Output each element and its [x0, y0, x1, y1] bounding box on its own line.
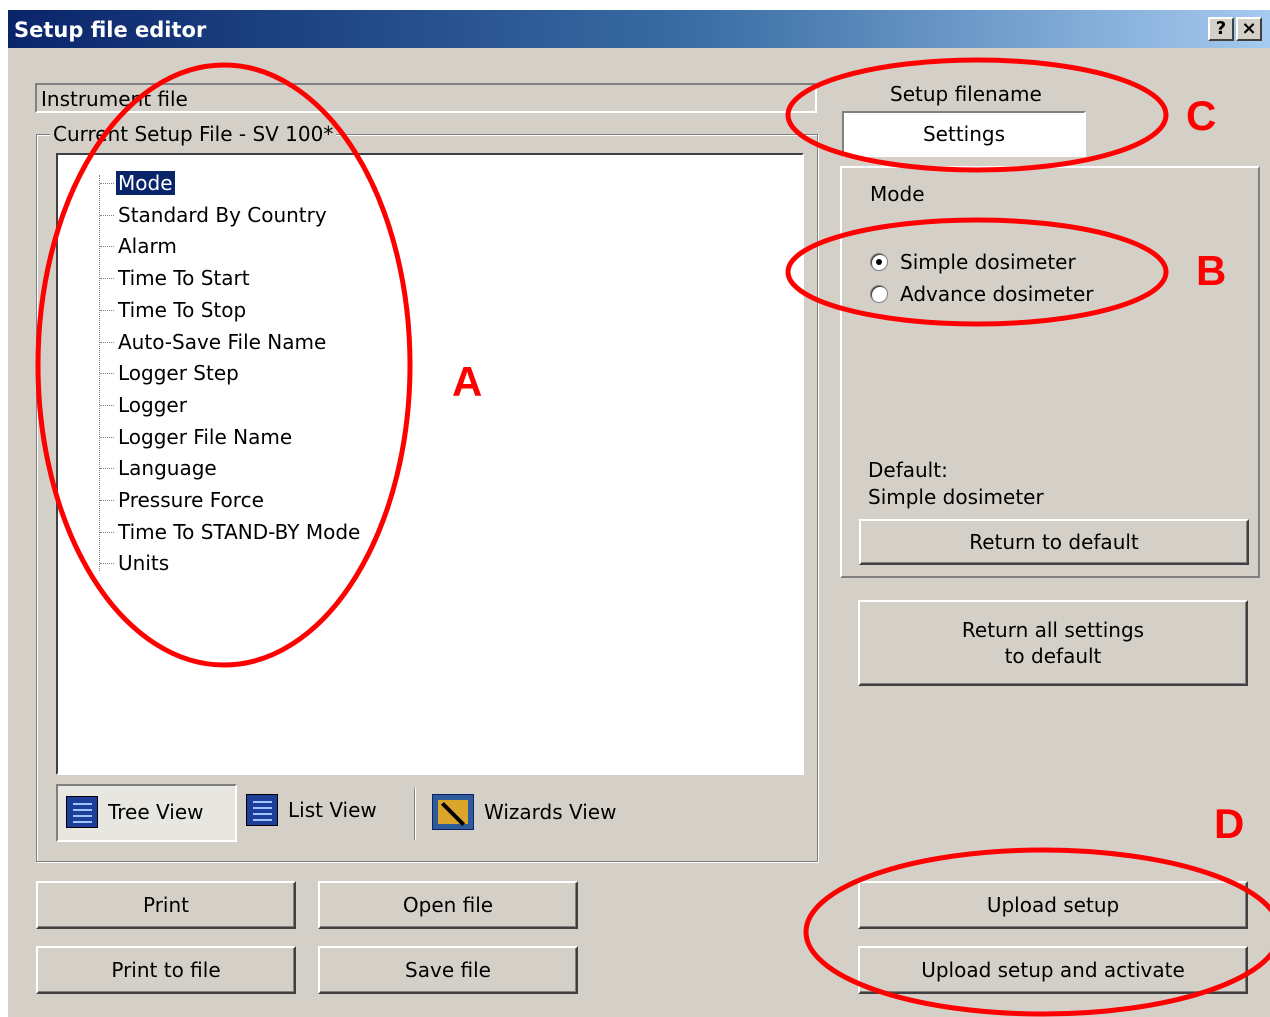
window-title: Setup file editor — [14, 18, 207, 42]
tree-connector-branch — [100, 531, 114, 533]
tree-item[interactable]: Logger — [116, 391, 189, 419]
tree-item-label: Standard By Country — [118, 202, 327, 227]
view-separator — [414, 788, 416, 840]
simple-dosimeter-radio[interactable]: Simple dosimeter — [870, 250, 1076, 274]
current-setup-caption: Current Setup File - SV 100* — [50, 122, 337, 146]
advance-dosimeter-label: Advance dosimeter — [900, 282, 1094, 306]
mode-panel: Mode Simple dosimeter Advance dosimeter … — [840, 166, 1260, 578]
tree-connector-branch — [100, 214, 114, 216]
return-all-settings-button[interactable]: Return all settings to default — [858, 600, 1248, 686]
open-file-button[interactable]: Open file — [318, 881, 578, 929]
list-view-button[interactable]: List View — [246, 794, 377, 826]
tree-view-button[interactable]: Tree View — [56, 784, 237, 842]
title-bar: Setup file editor ? × — [8, 10, 1270, 48]
wizards-view-button[interactable]: Wizards View — [432, 794, 616, 830]
annotation-label-d: D — [1214, 800, 1245, 847]
setup-file-editor-window: Setup file editor ? × Instrument file Cu… — [8, 10, 1270, 1017]
tree-item[interactable]: Alarm — [116, 232, 179, 260]
setup-filename-value: Settings — [922, 122, 1006, 146]
upload-setup-button[interactable]: Upload setup — [858, 881, 1248, 929]
list-view-icon — [246, 794, 278, 826]
tree-item-label: Language — [118, 456, 217, 481]
tree-connector-branch — [100, 341, 114, 343]
tree-view-label: Tree View — [108, 800, 204, 824]
help-button[interactable]: ? — [1208, 17, 1234, 41]
print-to-file-button[interactable]: Print to file — [36, 946, 296, 994]
annotation-label-a: A — [452, 358, 483, 405]
tree-item-label: Time To Start — [118, 266, 250, 291]
tree-item[interactable]: Units — [116, 549, 171, 577]
close-button[interactable]: × — [1236, 17, 1262, 41]
tree-connector-branch — [100, 436, 114, 438]
annotation-label-b: B — [1196, 247, 1227, 294]
list-view-label: List View — [288, 798, 377, 822]
tree-item-label: Alarm — [118, 234, 177, 259]
return-all-line1: Return all settings — [961, 618, 1145, 642]
instrument-file-field[interactable]: Instrument file — [35, 83, 817, 113]
tree-item[interactable]: Auto-Save File Name — [116, 328, 328, 356]
tree-connector-branch — [100, 373, 114, 375]
radio-button-unchecked[interactable] — [870, 285, 888, 303]
tree-connector-branch — [100, 309, 114, 311]
simple-dosimeter-label: Simple dosimeter — [900, 250, 1076, 274]
upload-setup-activate-button[interactable]: Upload setup and activate — [858, 946, 1248, 994]
tree-item[interactable]: Time To Start — [116, 264, 252, 292]
tree-item-label: Time To Stop — [118, 297, 247, 322]
tree-item-label: Units — [118, 551, 170, 576]
tree-connector-branch — [100, 278, 114, 280]
annotation-label-c: C — [1186, 92, 1217, 139]
tree-view-icon — [66, 796, 98, 828]
tree-item-label: Auto-Save File Name — [118, 329, 327, 354]
tree-connector-branch — [100, 183, 114, 184]
tree-item[interactable]: Pressure Force — [116, 486, 266, 514]
tree-item-label: Logger — [118, 392, 187, 417]
tree-item[interactable]: Logger File Name — [116, 423, 294, 451]
tree-connector-branch — [100, 500, 114, 501]
tree-item-label: Logger File Name — [118, 424, 293, 449]
wizard-wand-icon — [432, 794, 474, 830]
tree-item[interactable]: Mode — [115, 169, 176, 197]
default-value: Simple dosimeter — [868, 485, 1044, 509]
setup-filename-tab[interactable]: Settings — [842, 111, 1086, 157]
tree-item-label: Pressure Force — [118, 488, 264, 512]
tree-item[interactable]: Language — [116, 454, 219, 482]
tree-connector-branch — [100, 404, 114, 406]
advance-dosimeter-radio[interactable]: Advance dosimeter — [870, 282, 1094, 306]
tree-connector-branch — [100, 563, 114, 565]
return-to-default-button[interactable]: Return to default — [859, 519, 1249, 565]
tree-item[interactable]: Standard By Country — [116, 201, 329, 229]
tree-connector-branch — [100, 468, 114, 470]
radio-button-checked[interactable] — [870, 253, 888, 271]
tree-item[interactable]: Time To STAND-BY Mode — [116, 518, 362, 546]
instrument-file-label: Instrument file — [41, 87, 188, 111]
save-file-button[interactable]: Save file — [318, 946, 578, 994]
wizards-view-label: Wizards View — [484, 800, 617, 824]
setup-filename-label: Setup filename — [890, 82, 1042, 106]
tree-item-label: Logger Step — [118, 361, 239, 386]
tree-item-label: Mode — [115, 170, 176, 196]
default-label: Default: — [868, 458, 948, 482]
mode-heading: Mode — [870, 182, 925, 206]
tree-item[interactable]: Time To Stop — [116, 296, 248, 324]
tree-item-label: Time To STAND-BY Mode — [118, 519, 361, 544]
return-all-line2: to default — [1004, 644, 1102, 668]
print-button[interactable]: Print — [36, 881, 296, 929]
settings-tree[interactable]: Mode Standard By Country Alarm Time To Star… — [56, 153, 804, 775]
tree-item[interactable]: Logger Step — [116, 359, 241, 387]
tree-connector-branch — [100, 246, 114, 248]
